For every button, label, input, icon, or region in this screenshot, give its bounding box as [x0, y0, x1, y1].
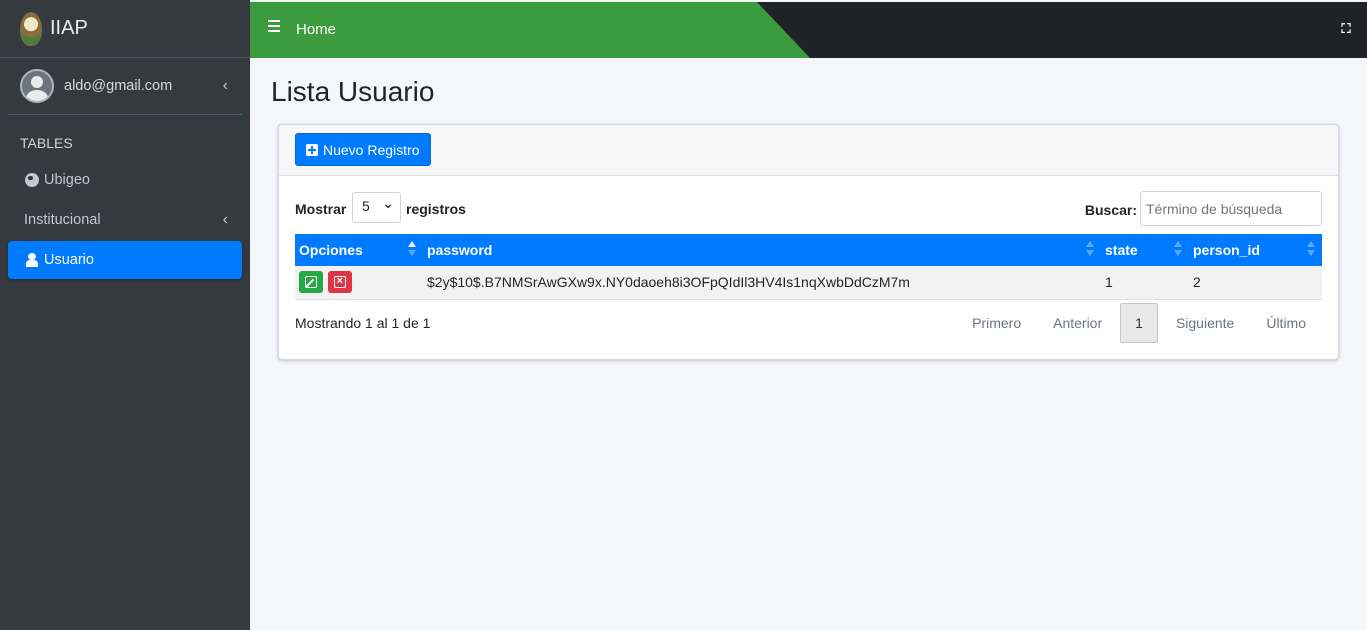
card-header: Nuevo Registro — [279, 125, 1338, 176]
new-record-label: Nuevo Registro — [323, 141, 420, 158]
options-cell: × — [295, 266, 423, 300]
sort-icon — [1174, 241, 1182, 257]
hamburger-icon[interactable] — [268, 20, 280, 32]
column-header-person-id[interactable]: person_id — [1189, 234, 1322, 266]
top-navbar: Home ⛶ — [250, 2, 1367, 58]
home-link[interactable]: Home — [296, 21, 336, 38]
users-card: Nuevo Registro Mostrar 5 registros Busca… — [278, 124, 1339, 360]
user-icon — [24, 253, 40, 267]
pager-first[interactable]: Primero — [956, 304, 1037, 342]
close-icon: × — [333, 276, 346, 289]
user-panel[interactable]: aldo@gmail.com ‹ — [8, 58, 242, 115]
sidebar: IIAP aldo@gmail.com ‹ TABLES Ubigeo Inst… — [0, 0, 250, 630]
sort-icon — [408, 241, 416, 257]
sort-icon — [1086, 241, 1094, 257]
sidebar-item-ubigeo[interactable]: Ubigeo — [8, 161, 242, 199]
avatar — [20, 69, 54, 103]
search-label: Buscar: — [1084, 202, 1137, 218]
sidebar-item-institucional[interactable]: Institucional ‹ — [8, 201, 242, 239]
brand-logo — [20, 11, 42, 46]
table-row: × $2y$10$.B7NMSrAwGXw9x.NY0daoeh8i3OFpQI… — [295, 266, 1322, 300]
fullscreen-icon[interactable]: ⛶ — [1339, 22, 1353, 36]
pager-page-1[interactable]: 1 — [1120, 303, 1158, 343]
search-input[interactable] — [1140, 191, 1322, 226]
records-label: registros — [406, 201, 466, 217]
pager-last[interactable]: Último — [1250, 304, 1322, 342]
users-table: Opciones password state person_id × $2y$… — [295, 234, 1322, 300]
table-info: Mostrando 1 al 1 de 1 — [295, 315, 431, 331]
user-email[interactable]: aldo@gmail.com — [64, 78, 172, 94]
page-title: Lista Usuario — [271, 76, 435, 107]
table-controls: Mostrar 5 registros Buscar: — [295, 191, 1322, 227]
pagination: Primero Anterior 1 Siguiente Último — [956, 303, 1322, 343]
page-size-select[interactable]: 5 — [352, 192, 401, 223]
password-cell: $2y$10$.B7NMSrAwGXw9x.NY0daoeh8i3OFpQIdI… — [423, 266, 1101, 300]
plus-square-icon — [306, 143, 318, 156]
new-record-button[interactable]: Nuevo Registro — [295, 133, 431, 166]
chevron-left-icon[interactable]: ‹ — [223, 77, 228, 95]
page-size-value: 5 — [362, 198, 370, 214]
pager-previous[interactable]: Anterior — [1037, 304, 1118, 342]
state-cell: 1 — [1101, 266, 1189, 300]
delete-button[interactable]: × — [327, 271, 352, 294]
show-label: Mostrar — [295, 201, 347, 217]
nav-header: TABLES — [20, 135, 73, 151]
chevron-left-icon: ‹ — [222, 211, 228, 228]
sort-icon — [1307, 241, 1315, 257]
sidebar-item-label: Usuario — [44, 252, 94, 268]
person-id-cell: 2 — [1189, 266, 1322, 300]
brand-name: IIAP — [50, 17, 88, 39]
edit-icon — [305, 276, 317, 289]
pager-next[interactable]: Siguiente — [1160, 304, 1250, 342]
column-header-opciones[interactable]: Opciones — [295, 234, 423, 266]
column-header-password[interactable]: password — [423, 234, 1101, 266]
brand[interactable]: IIAP — [0, 0, 250, 58]
sidebar-item-usuario[interactable]: Usuario — [8, 241, 242, 279]
sidebar-item-label: Institucional — [24, 212, 101, 228]
edit-button[interactable] — [299, 271, 323, 294]
globe-icon — [24, 173, 40, 187]
column-header-state[interactable]: state — [1101, 234, 1189, 266]
sidebar-item-label: Ubigeo — [44, 172, 90, 188]
